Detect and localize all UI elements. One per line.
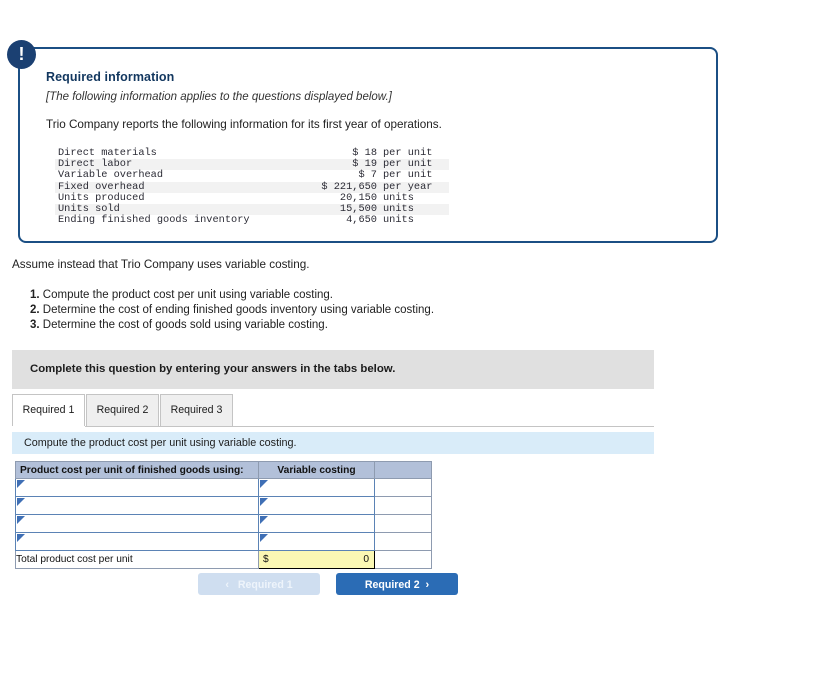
answer-grid-header-label: Product cost per unit of finished goods … <box>15 461 259 479</box>
answer-grid-header-row: Product cost per unit of finished goods … <box>15 461 432 479</box>
variable-costing-input-cell[interactable] <box>258 514 375 533</box>
requirement-number: 1. <box>30 289 40 301</box>
assume-statement: Assume instead that Trio Company uses va… <box>12 258 310 271</box>
requirement-item: 2. Determine the cost of ending finished… <box>30 303 650 318</box>
total-value-cell: $0 <box>258 550 375 569</box>
tabstrip-active-gap <box>12 426 85 427</box>
answer-grid-spacer-cell <box>374 532 432 551</box>
dropdown-marker-icon <box>17 516 25 524</box>
requirement-text: Determine the cost of ending finished go… <box>39 304 435 317</box>
figure-row: Ending finished goods inventory 4,650 unit… <box>55 215 449 226</box>
next-requirement-button[interactable]: Required 2 › <box>336 573 458 595</box>
answer-grid-header-blank <box>374 461 432 479</box>
variable-costing-input-cell[interactable] <box>258 478 375 497</box>
company-figures-table: Direct materials $ 18 per unit Direct labor… <box>55 147 449 226</box>
tab-required-1-label: Required 1 <box>22 404 75 416</box>
answer-input-row <box>15 496 432 515</box>
answer-grid-spacer-cell <box>374 550 432 569</box>
answer-input-row <box>15 478 432 497</box>
tab-required-1[interactable]: Required 1 <box>12 394 85 427</box>
tabstrip-divider <box>12 426 654 427</box>
tab-required-2-label: Required 2 <box>96 404 149 416</box>
page-title: Required information <box>46 70 175 84</box>
card-lead-text: Trio Company reports the following infor… <box>46 118 442 131</box>
next-requirement-label: Required 2 <box>364 579 420 591</box>
previous-requirement-button[interactable]: ‹ Required 1 <box>198 573 320 595</box>
previous-requirement-label: Required 1 <box>237 579 293 591</box>
requirement-item: 3. Determine the cost of goods sold usin… <box>30 318 650 333</box>
answer-grid-spacer-cell <box>374 478 432 497</box>
complete-question-text: Complete this question by entering your … <box>30 363 396 375</box>
dropdown-marker-icon <box>260 480 268 488</box>
answer-total-row: Total product cost per unit $0 <box>15 550 432 569</box>
requirements-list: 1. Compute the product cost per unit usi… <box>30 288 650 334</box>
card-note: [The following information applies to th… <box>46 91 392 103</box>
cost-item-dropdown-cell[interactable] <box>15 532 259 551</box>
tab-required-2[interactable]: Required 2 <box>86 394 159 426</box>
dropdown-marker-icon <box>260 498 268 506</box>
requirement-item: 1. Compute the product cost per unit usi… <box>30 288 650 303</box>
requirement-number: 2. <box>30 304 40 317</box>
tab-required-3-label: Required 3 <box>170 404 223 416</box>
tab-required-3[interactable]: Required 3 <box>160 394 233 426</box>
active-tab-instruction: Compute the product cost per unit using … <box>12 432 654 454</box>
figure-amount: 4,650 <box>346 214 377 227</box>
exclamation-icon: ! <box>7 40 36 69</box>
total-currency-symbol: $ <box>263 554 269 565</box>
answer-grid-spacer-cell <box>374 496 432 515</box>
figure-label: Ending finished goods inventory <box>58 214 250 227</box>
dropdown-marker-icon <box>260 534 268 542</box>
figure-unit: per unit <box>383 169 433 182</box>
chevron-right-icon: › <box>425 579 430 591</box>
answer-input-row <box>15 514 432 533</box>
answer-grid: Product cost per unit of finished goods … <box>15 461 432 569</box>
active-tab-instruction-text: Compute the product cost per unit using … <box>24 437 297 449</box>
variable-costing-input-cell[interactable] <box>258 532 375 551</box>
dropdown-marker-icon <box>17 498 25 506</box>
requirement-tabstrip: Required 1 Required 2 Required 3 <box>12 394 654 427</box>
cost-item-dropdown-cell[interactable] <box>15 514 259 533</box>
chevron-left-icon: ‹ <box>225 579 230 591</box>
dropdown-marker-icon <box>260 516 268 524</box>
cost-item-dropdown-cell[interactable] <box>15 478 259 497</box>
cost-item-dropdown-cell[interactable] <box>15 496 259 515</box>
answer-grid-header-value: Variable costing <box>258 461 375 479</box>
figure-label: Variable overhead <box>58 169 164 182</box>
figure-row: Variable overhead $ 7 per unit <box>55 170 449 181</box>
answer-input-row <box>15 532 432 551</box>
figure-unit: units <box>383 214 414 227</box>
requirement-text: Compute the product cost per unit using … <box>39 289 334 301</box>
dropdown-marker-icon <box>17 480 25 488</box>
total-label: Total product cost per unit <box>15 550 259 569</box>
figure-amount: $ 7 <box>358 169 377 182</box>
variable-costing-input-cell[interactable] <box>258 496 375 515</box>
complete-question-banner: Complete this question by entering your … <box>12 350 654 389</box>
dropdown-marker-icon <box>17 534 25 542</box>
requirement-text: Determine the cost of goods sold using v… <box>39 319 328 332</box>
total-value: 0 <box>363 554 369 565</box>
requirement-number: 3. <box>30 319 40 332</box>
answer-grid-spacer-cell <box>374 514 432 533</box>
